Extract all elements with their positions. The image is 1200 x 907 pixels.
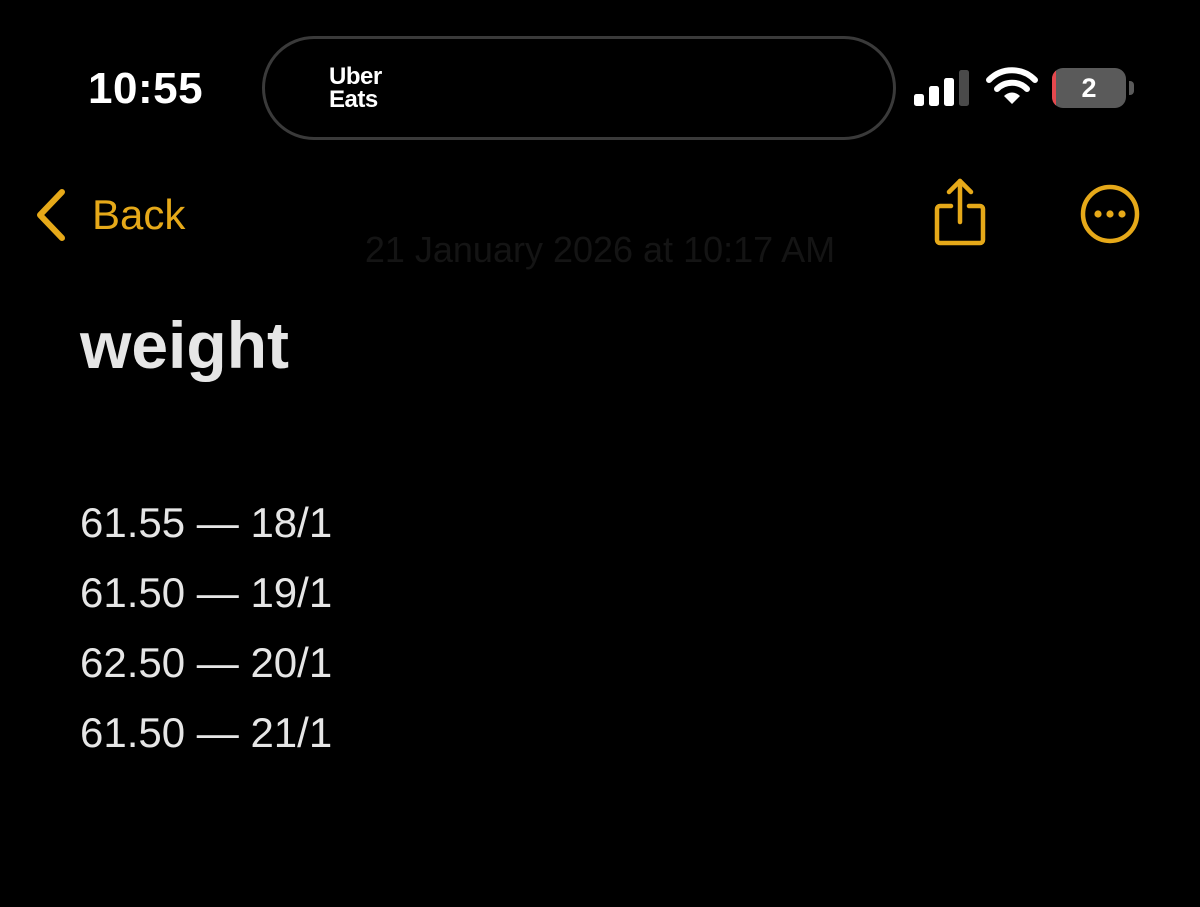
- weight-entry: 61.55 — 18/1: [80, 499, 333, 546]
- weight-entry: 61.50 — 19/1: [80, 569, 333, 616]
- dynamic-island-live-activity[interactable]: Uber Eats: [262, 36, 896, 140]
- note-title[interactable]: weight: [80, 306, 289, 384]
- battery-body: 2: [1052, 68, 1126, 108]
- wifi-icon: [986, 67, 1038, 104]
- logo-line-1: Uber: [329, 63, 382, 90]
- battery-level: 2: [1081, 73, 1097, 103]
- note-date: 21 January 2026 at 10:17 AM: [364, 229, 836, 270]
- battery-indicator: 2: [1052, 68, 1134, 108]
- share-icon[interactable]: [930, 176, 990, 248]
- note-body[interactable]: 61.55 — 18/1 61.50 — 19/1 62.50 — 20/1 6…: [80, 488, 332, 768]
- logo-line-2: Eats: [329, 86, 378, 113]
- cellular-signal-icon: [914, 70, 969, 106]
- ellipsis-circle-icon[interactable]: [1080, 184, 1140, 244]
- weight-entry: 61.50 — 21/1: [80, 709, 333, 756]
- uber-eats-logo: Uber Eats: [329, 63, 382, 113]
- battery-cap: [1129, 81, 1134, 95]
- status-time: 10:55: [88, 64, 204, 113]
- weight-entry: 62.50 — 20/1: [80, 639, 333, 686]
